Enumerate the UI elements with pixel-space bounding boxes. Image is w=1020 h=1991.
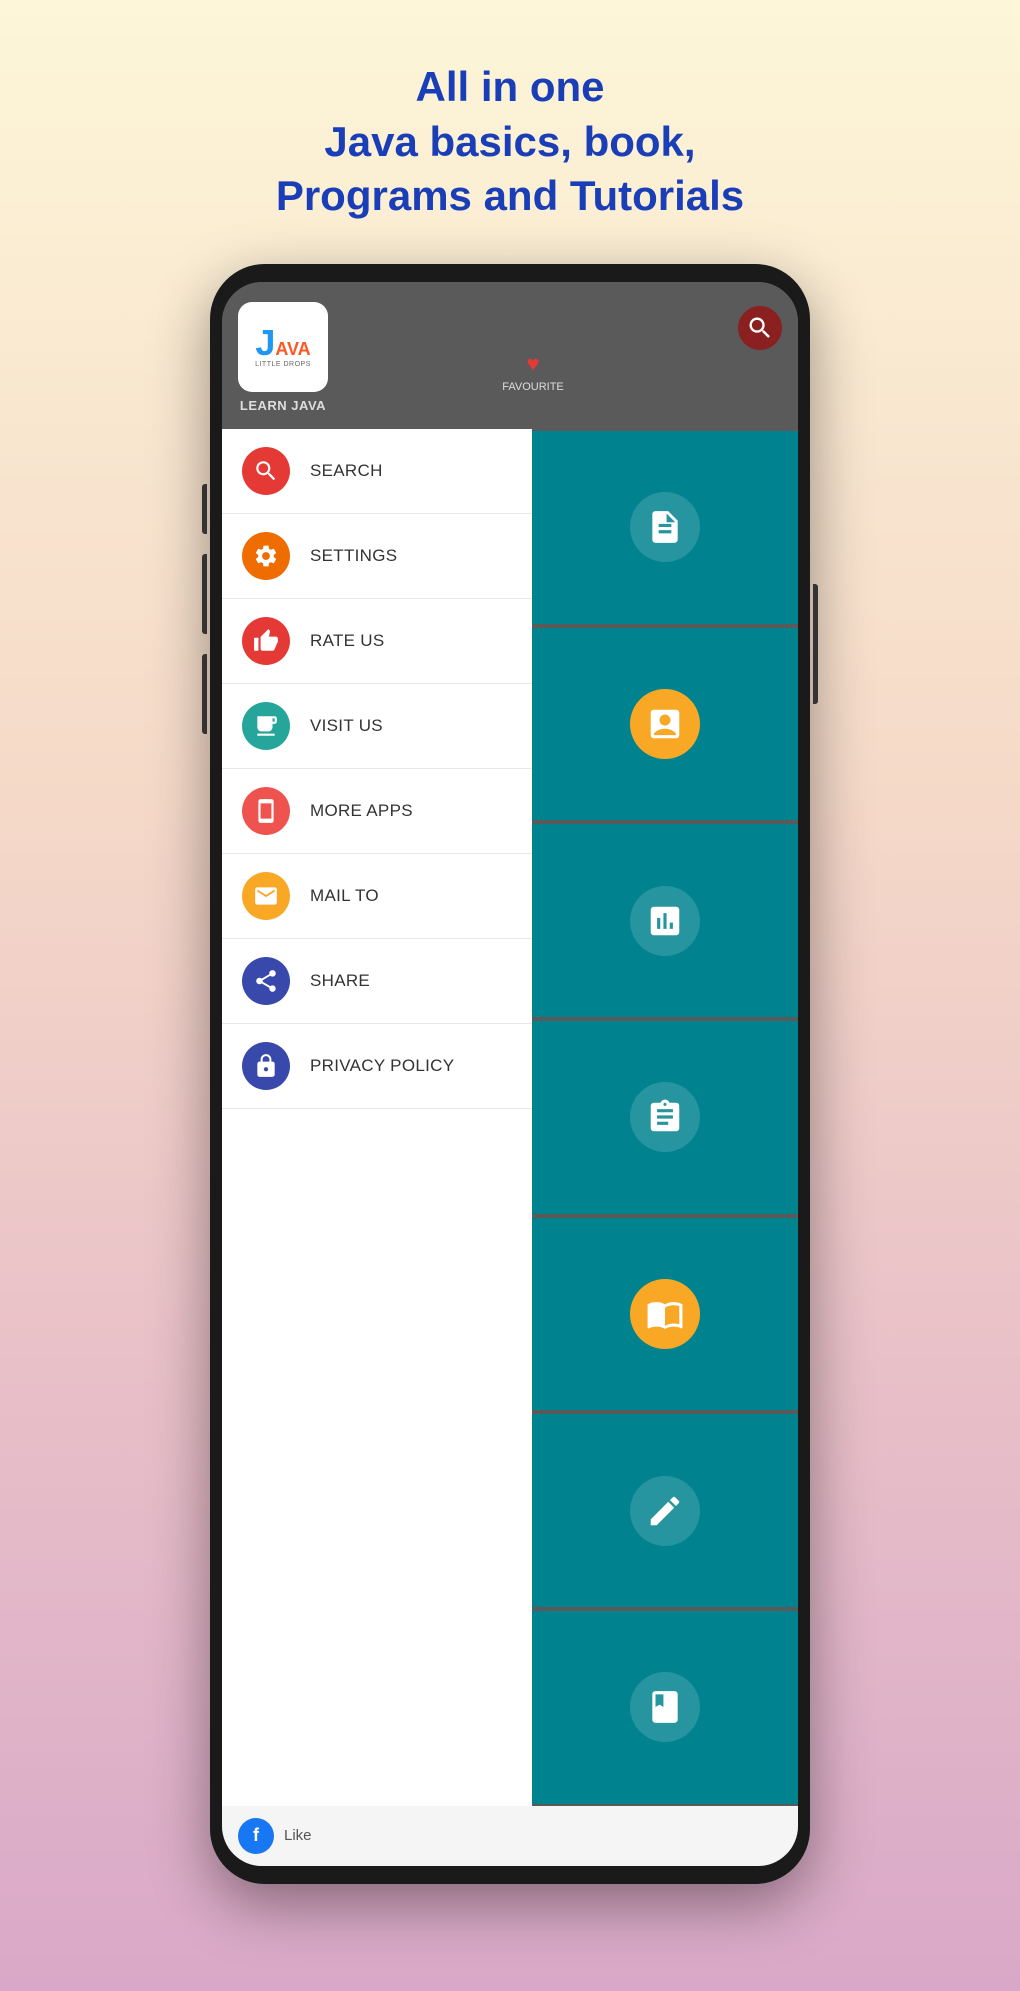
- card-icon-2: [630, 689, 700, 759]
- settings-menu-icon: [242, 532, 290, 580]
- logo-j: J: [255, 325, 275, 361]
- content-card-4[interactable]: [532, 1021, 798, 1214]
- facebook-bar[interactable]: f Like: [222, 1806, 798, 1866]
- search-label: SEARCH: [310, 461, 383, 481]
- share-menu-icon: [242, 957, 290, 1005]
- sidebar-item-more[interactable]: MORE APPS: [222, 769, 532, 854]
- mail-label: MAIL TO: [310, 886, 379, 906]
- sidebar-item-rate[interactable]: RATE US: [222, 599, 532, 684]
- card-icon-1: [630, 492, 700, 562]
- share-label: SHARE: [310, 971, 370, 991]
- app-logo: J AVA LITTLE DROPS: [238, 302, 328, 392]
- sidebar-item-privacy[interactable]: PRIVACY POLICY: [222, 1024, 532, 1109]
- card-icon-6: [630, 1476, 700, 1546]
- mail-menu-icon: [242, 872, 290, 920]
- visit-menu-icon: [242, 702, 290, 750]
- right-panel: [532, 429, 798, 1806]
- sidebar-item-mail[interactable]: MAIL TO: [222, 854, 532, 939]
- phone-screen: J AVA LITTLE DROPS LEARN JAVA ♥ FAVOURIT…: [222, 282, 798, 1866]
- logo-ava: AVA: [275, 340, 310, 358]
- card-icon-7: [630, 1672, 700, 1742]
- phone-silent: [202, 654, 207, 734]
- sidebar-item-share[interactable]: SHARE: [222, 939, 532, 1024]
- rate-label: RATE US: [310, 631, 385, 651]
- content-card-6[interactable]: [532, 1414, 798, 1607]
- more-label: MORE APPS: [310, 801, 413, 821]
- fb-letter: f: [253, 1825, 259, 1846]
- app-logo-area: J AVA LITTLE DROPS LEARN JAVA: [238, 302, 328, 413]
- phone-power: [813, 584, 818, 704]
- settings-label: SETTINGS: [310, 546, 397, 566]
- phone-frame: J AVA LITTLE DROPS LEARN JAVA ♥ FAVOURIT…: [210, 264, 810, 1884]
- phone-volume-up: [202, 484, 207, 534]
- search-button[interactable]: [738, 306, 782, 350]
- privacy-label: PRIVACY POLICY: [310, 1056, 454, 1076]
- content-card-5[interactable]: [532, 1218, 798, 1411]
- visit-label: VISIT US: [310, 716, 383, 736]
- rate-menu-icon: [242, 617, 290, 665]
- card-icon-4: [630, 1082, 700, 1152]
- heart-icon: ♥: [526, 351, 539, 377]
- card-icon-5: [630, 1279, 700, 1349]
- content-card-7[interactable]: [532, 1611, 798, 1804]
- page-title: All in one Java basics, book, Programs a…: [276, 60, 744, 224]
- card-icon-3: [630, 886, 700, 956]
- favourite-label: FAVOURITE: [502, 381, 564, 393]
- content-card-1[interactable]: [532, 431, 798, 624]
- sidebar-item-visit[interactable]: VISIT US: [222, 684, 532, 769]
- sidebar: SEARCH SETTINGS: [222, 429, 532, 1806]
- facebook-icon: f: [238, 1818, 274, 1854]
- logo-sub: LITTLE DROPS: [255, 361, 311, 368]
- more-menu-icon: [242, 787, 290, 835]
- search-menu-icon: [242, 447, 290, 495]
- app-content: SEARCH SETTINGS: [222, 429, 798, 1806]
- privacy-menu-icon: [242, 1042, 290, 1090]
- phone-volume-down: [202, 554, 207, 634]
- sidebar-item-settings[interactable]: SETTINGS: [222, 514, 532, 599]
- favourite-area[interactable]: ♥ FAVOURITE: [502, 351, 564, 393]
- content-card-2[interactable]: [532, 628, 798, 821]
- app-title: LEARN JAVA: [240, 398, 326, 413]
- search-icon: [746, 314, 774, 342]
- page-header: All in one Java basics, book, Programs a…: [256, 0, 764, 264]
- content-card-3[interactable]: [532, 824, 798, 1017]
- fb-like-label: Like: [284, 1827, 312, 1844]
- sidebar-item-search[interactable]: SEARCH: [222, 429, 532, 514]
- app-header: J AVA LITTLE DROPS LEARN JAVA ♥ FAVOURIT…: [222, 282, 798, 429]
